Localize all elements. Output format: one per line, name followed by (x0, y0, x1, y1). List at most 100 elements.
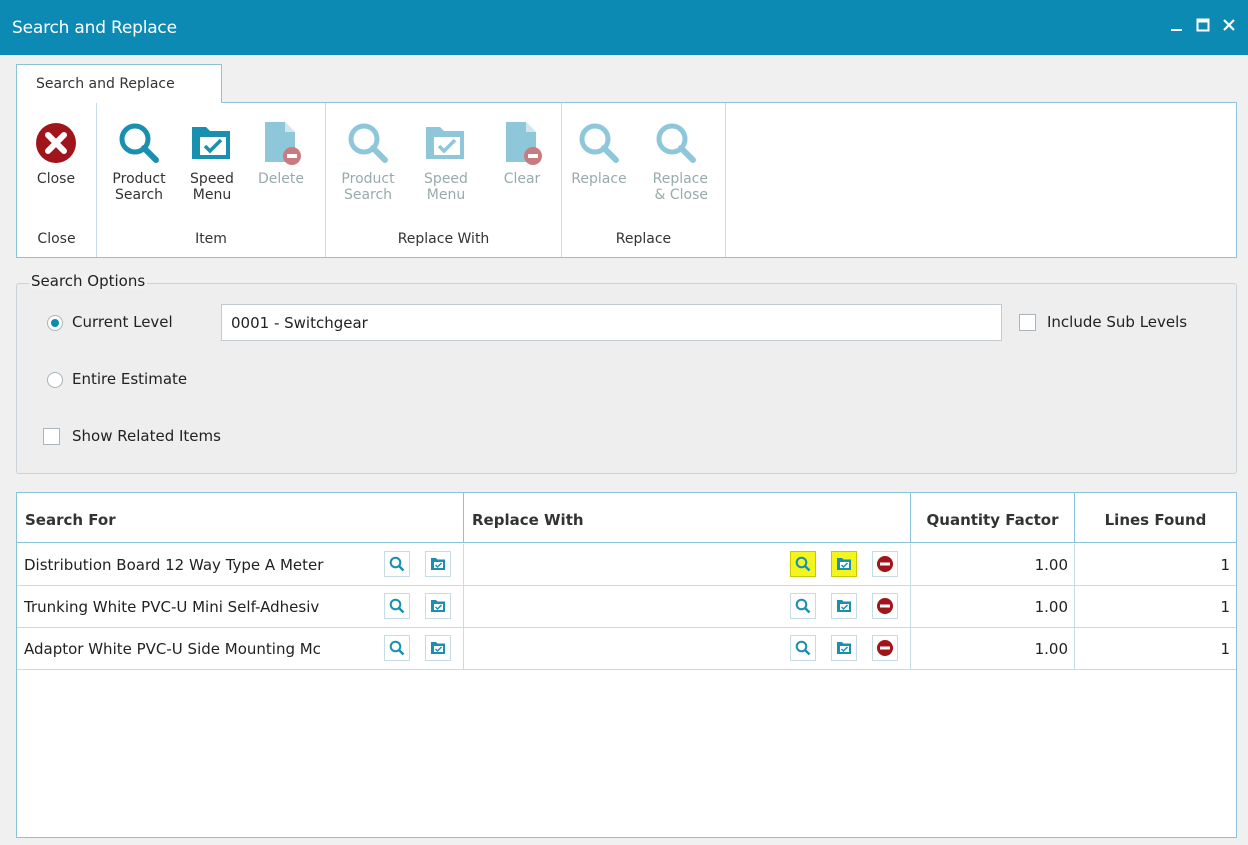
entire-estimate-label: Entire Estimate (72, 370, 188, 388)
table-row-2-lines-found: 1 (1075, 586, 1236, 628)
replace-label: Replace (571, 171, 627, 187)
quantity-factor-value: 1.00 (1034, 556, 1068, 574)
clear-document-icon (506, 122, 542, 165)
clear-label: Clear (503, 171, 541, 187)
replace-product-search-label: Product Search (341, 171, 395, 203)
table-row-1-search-for[interactable]: Distribution Board 12 Way Type A Meter (17, 544, 464, 586)
close-window-button[interactable] (1220, 16, 1238, 34)
table-row-3-lines-found: 1 (1075, 628, 1236, 670)
show-related-items-label: Show Related Items (72, 427, 221, 445)
lines-found-value: 1 (1220, 598, 1230, 616)
row-replace-search-button[interactable] (790, 551, 816, 577)
row-search-button[interactable] (384, 593, 410, 619)
group-label-replace: Replace (615, 231, 672, 247)
magnifier-icon (119, 123, 159, 163)
speed-menu-folder-icon (837, 600, 851, 612)
row-replace-speed-menu-button[interactable] (831, 593, 857, 619)
replace-speed-menu-button[interactable]: Speed Menu (418, 115, 474, 203)
column-header-lines-found[interactable]: Lines Found (1075, 493, 1236, 543)
title-bar: Search and Replace (0, 0, 1248, 55)
ribbon-group-replace-with: Product Search Speed Menu Clear Replace … (326, 103, 562, 257)
replace-product-search-button[interactable]: Product Search (340, 115, 396, 203)
row-replace-speed-menu-button[interactable] (831, 635, 857, 661)
row-replace-search-button[interactable] (790, 635, 816, 661)
item-delete-button[interactable]: Delete (253, 115, 309, 187)
group-label-replace-with: Replace With (397, 231, 490, 247)
item-speed-menu-label: Speed Menu (190, 171, 234, 203)
window-controls (1168, 16, 1238, 34)
table-row-2-replace-with[interactable] (464, 586, 911, 628)
item-speed-menu-button[interactable]: Speed Menu (184, 115, 240, 203)
row-replace-search-button[interactable] (790, 593, 816, 619)
table-row-3-replace-with[interactable] (464, 628, 911, 670)
table-row-2-search-for[interactable]: Trunking White PVC-U Mini Self-Adhesiv (17, 586, 464, 628)
ribbon-group-replace: Replace Replace & Close Replace (562, 103, 726, 257)
magnifier-icon (348, 123, 388, 163)
speed-menu-folder-icon (431, 600, 445, 612)
lines-found-value: 1 (1220, 556, 1230, 574)
table-row-1-quantity-factor[interactable]: 1.00 (911, 544, 1075, 586)
ribbon-group-item: Product Search Speed Menu Delete Item (97, 103, 326, 257)
ribbon: Close Close Product Search Speed Menu De… (16, 102, 1237, 258)
show-related-items-checkbox[interactable] (43, 428, 60, 445)
window-title: Search and Replace (12, 18, 177, 38)
quantity-factor-value: 1.00 (1034, 598, 1068, 616)
column-header-quantity-factor[interactable]: Quantity Factor (911, 493, 1075, 543)
row-search-button[interactable] (384, 635, 410, 661)
row-clear-button[interactable] (872, 551, 898, 577)
remove-icon (877, 640, 893, 656)
close-circle-icon (36, 123, 76, 163)
column-header-search-for[interactable]: Search For (17, 493, 464, 543)
row-speed-menu-button[interactable] (425, 593, 451, 619)
replace-and-close-button[interactable]: Replace & Close (644, 115, 708, 203)
row-clear-button[interactable] (872, 593, 898, 619)
group-label-close: Close (37, 231, 76, 247)
magnifier-icon (389, 640, 405, 656)
row-replace-speed-menu-button[interactable] (831, 551, 857, 577)
search-for-text: Trunking White PVC-U Mini Self-Adhesiv (24, 598, 320, 616)
magnifier-icon (656, 123, 696, 163)
minimize-button[interactable] (1168, 16, 1186, 34)
magnifier-icon (795, 598, 811, 614)
item-product-search-label: Product Search (112, 171, 166, 203)
minimize-icon (1171, 29, 1182, 31)
lines-found-value: 1 (1220, 640, 1230, 658)
magnifier-icon (579, 123, 619, 163)
speed-menu-folder-icon (431, 642, 445, 654)
remove-icon (877, 598, 893, 614)
current-level-radio[interactable] (47, 315, 63, 331)
row-speed-menu-button[interactable] (425, 635, 451, 661)
entire-estimate-radio[interactable] (47, 372, 63, 388)
ribbon-group-close: Close Close (17, 103, 97, 257)
close-button[interactable]: Close (28, 115, 84, 187)
maximize-icon (1196, 18, 1210, 32)
group-label-item: Item (195, 231, 227, 247)
ribbon-tab-search-and-replace[interactable]: Search and Replace (16, 64, 222, 103)
row-search-button[interactable] (384, 551, 410, 577)
close-button-label: Close (36, 171, 76, 187)
table-row-3-quantity-factor[interactable]: 1.00 (911, 628, 1075, 670)
clear-button[interactable]: Clear (494, 115, 550, 187)
row-clear-button[interactable] (872, 635, 898, 661)
replace-button[interactable]: Replace (571, 115, 627, 187)
close-icon (1223, 19, 1235, 31)
speed-menu-folder-icon (431, 558, 445, 570)
table-row-3-search-for[interactable]: Adaptor White PVC-U Side Mounting Mc (17, 628, 464, 670)
replace-speed-menu-label: Speed Menu (424, 171, 468, 203)
row-speed-menu-button[interactable] (425, 551, 451, 577)
column-header-replace-with[interactable]: Replace With (464, 493, 911, 543)
speed-menu-folder-icon (426, 127, 464, 159)
speed-menu-folder-icon (837, 558, 851, 570)
maximize-button[interactable] (1194, 16, 1212, 34)
item-product-search-button[interactable]: Product Search (111, 115, 167, 203)
search-for-text: Distribution Board 12 Way Type A Meter (24, 556, 324, 574)
magnifier-icon (795, 640, 811, 656)
search-for-text: Adaptor White PVC-U Side Mounting Mc (24, 640, 321, 658)
current-level-input[interactable]: 0001 - Switchgear (221, 304, 1002, 341)
table-row-1-replace-with[interactable] (464, 544, 911, 586)
include-sub-levels-label: Include Sub Levels (1047, 313, 1188, 331)
include-sub-levels-checkbox[interactable] (1019, 314, 1036, 331)
search-options-legend: Search Options (29, 272, 148, 290)
table-row-2-quantity-factor[interactable]: 1.00 (911, 586, 1075, 628)
search-replace-grid: Search For Replace With Quantity Factor … (16, 492, 1237, 838)
